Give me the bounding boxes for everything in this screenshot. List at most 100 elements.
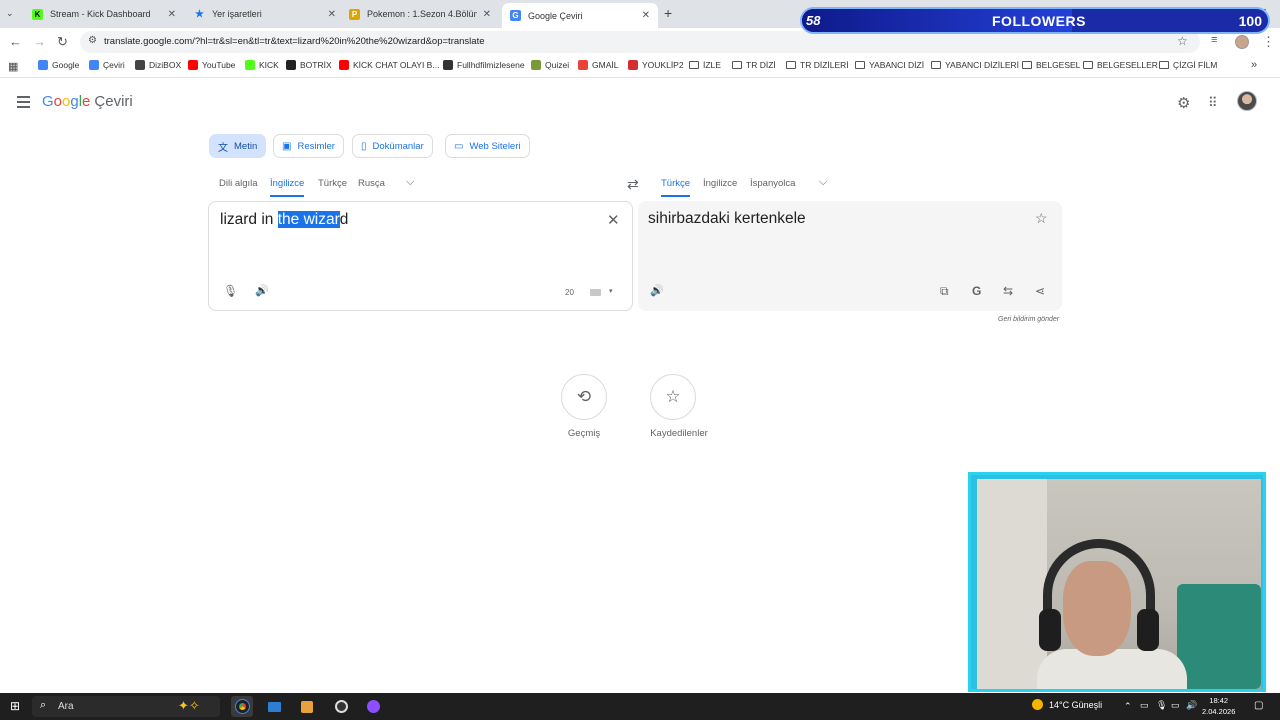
bookmark-item[interactable]: DiziBOX [135, 60, 181, 70]
bookmark-item[interactable]: ÇİZGİ FİLM [1159, 60, 1217, 70]
bookmark-item[interactable]: BELGESELLER [1083, 60, 1158, 70]
save-translation-star-icon[interactable]: ☆ [1035, 210, 1048, 227]
source-lang-russian[interactable]: Rusça [358, 178, 385, 195]
listen-translation-speaker-icon[interactable]: 🔊 [650, 284, 664, 297]
bookmark-item[interactable]: BOTRİX [286, 60, 332, 70]
followers-label: FOLLOWERS [992, 13, 1086, 29]
tab-search-chevron-icon[interactable]: ⌄ [6, 8, 14, 19]
swap-languages-icon[interactable]: ⇄ [627, 176, 639, 193]
chrome-taskbar-icon[interactable] [231, 696, 253, 717]
send-feedback-link[interactable]: Geri bildirim gönder [998, 316, 1059, 323]
main-menu-icon[interactable] [17, 96, 30, 111]
bookmark-item[interactable]: BELGESEL [1022, 60, 1080, 70]
taskbar-search[interactable]: ⌕ Ara ✦✧ [32, 696, 220, 717]
source-text-tail: d [339, 211, 349, 228]
bookmark-item[interactable]: Çeviri [89, 60, 125, 70]
volume-icon[interactable]: 🔊 [1186, 700, 1197, 711]
notifications-icon[interactable]: ▢ [1254, 700, 1263, 711]
bookmark-item[interactable]: Fullhdfilmizlesene [443, 60, 525, 70]
new-tab-plus-icon[interactable]: + [664, 5, 672, 21]
file-explorer-taskbar-icon[interactable] [263, 696, 285, 717]
close-icon[interactable]: ✕ [168, 9, 176, 20]
bookmark-item[interactable]: TR DİZİLERİ [786, 60, 849, 70]
apps-grid-icon[interactable]: ▦ [8, 60, 18, 73]
tab-kick-dashboard[interactable]: K Stream - Kick Dashboard ✕ [24, 3, 184, 25]
bookmark-label: TR DİZİ [746, 60, 776, 70]
google-translate-logo[interactable]: Google Çeviri [42, 93, 133, 110]
mode-websites-button[interactable]: ▭ Web Siteleri [445, 134, 530, 158]
close-icon[interactable]: ✕ [642, 10, 650, 21]
source-lang-english[interactable]: İngilizce [270, 178, 305, 197]
tray-app-icon[interactable]: ▭ [1140, 700, 1149, 711]
windows-start-icon[interactable]: ⊞ [10, 699, 20, 713]
bookmark-star-icon[interactable]: ☆ [1177, 34, 1188, 48]
bookmark-item[interactable]: YABANCI DİZİ [855, 60, 924, 70]
back-arrow-icon[interactable]: ← [9, 34, 22, 49]
bookmark-item[interactable]: KİCK CHAT OLAYI B... [339, 60, 439, 70]
bookmark-item[interactable]: YouTube [188, 60, 235, 70]
reading-list-icon[interactable]: ≡ [1211, 34, 1217, 46]
rate-translation-icon[interactable]: ⇆ [1003, 284, 1013, 298]
mode-text-button[interactable]: 文 Metin [209, 134, 267, 158]
profile-avatar[interactable] [1235, 35, 1249, 49]
google-apps-icon[interactable]: ⠿ [1208, 95, 1218, 111]
bookmark-item[interactable]: YABANCI DİZİLERİ [931, 60, 1019, 70]
saved-button[interactable]: ☆ [650, 374, 696, 420]
bookmark-favicon-icon [89, 60, 99, 70]
history-button[interactable]: ⟲ [561, 374, 607, 420]
source-lang-turkish[interactable]: Türkçe [318, 178, 347, 195]
target-lang-chevron-down-icon[interactable]: ⌵ [819, 176, 827, 189]
browser-menu-icon[interactable]: ⋮ [1262, 34, 1275, 50]
weather-widget[interactable]: 14°C Güneşli [1032, 699, 1102, 710]
account-avatar[interactable] [1237, 91, 1257, 111]
tab-pokemon[interactable]: P Pokemon : 1.Sezon 4.Bölüm - Ç ✕ [341, 3, 499, 25]
clock-time: 18:42 [1209, 696, 1229, 705]
media-app-taskbar-icon[interactable] [296, 696, 318, 717]
bookmark-item[interactable]: Quizei [531, 60, 569, 70]
more-bookmarks-chevron-icon[interactable]: » [1251, 59, 1257, 71]
source-lang-detect[interactable]: Dili algıla [219, 178, 258, 195]
bookmark-item[interactable]: TR DİZİ [732, 60, 776, 70]
microphone-icon[interactable]: 🎙 [223, 284, 238, 298]
microphone-tray-icon[interactable]: 🎙 [1156, 700, 1167, 711]
target-lang-spanish[interactable]: İspanyolca [750, 178, 795, 195]
bookmark-favicon-icon [245, 60, 255, 70]
google-search-icon[interactable]: G [972, 284, 981, 298]
copy-icon[interactable]: ⧉ [940, 284, 949, 299]
bookmark-item[interactable]: YOUKLİP2 [628, 60, 684, 70]
tab-bookmarks[interactable]: ★ Yer işaretleri ✕ [186, 3, 344, 25]
source-lang-chevron-down-icon[interactable]: ⌵ [406, 176, 414, 189]
keyboard-chevron-down-icon[interactable]: ▾ [609, 287, 613, 295]
bookmark-item[interactable]: Google [38, 60, 79, 70]
mode-documents-button[interactable]: ▯ Dokümanlar [352, 134, 433, 158]
close-icon[interactable]: ✕ [328, 9, 336, 20]
star-icon: ★ [195, 8, 204, 20]
bookmark-favicon-icon [578, 60, 588, 70]
reload-icon[interactable]: ↻ [57, 34, 68, 50]
bookmark-item[interactable]: KICK [245, 60, 279, 70]
keyboard-icon[interactable] [590, 289, 601, 296]
tray-chevron-up-icon[interactable]: ⌃ [1124, 701, 1132, 712]
bookmark-item[interactable]: İZLE [689, 60, 721, 70]
translation-text: sihirbazdaki kertenkele [648, 210, 806, 227]
address-bar[interactable]: ⚙ translate.google.com/?hl=tr&sl=en&tl=t… [80, 31, 1200, 53]
target-lang-english[interactable]: İngilizce [703, 178, 737, 195]
taskbar-clock[interactable]: 18:42 2.04.2026 [1202, 695, 1235, 717]
source-text-selection: the wizar [277, 211, 340, 228]
tab-google-translate[interactable]: G Google Çeviri ✕ [502, 3, 658, 28]
listen-speaker-icon[interactable]: 🔊 [255, 284, 269, 297]
target-lang-turkish[interactable]: Türkçe [661, 178, 691, 197]
site-info-icon[interactable]: ⚙ [88, 35, 97, 46]
share-icon[interactable]: ⋖ [1035, 284, 1045, 298]
forward-arrow-icon[interactable]: → [33, 34, 46, 49]
obs-taskbar-icon[interactable] [330, 696, 352, 717]
close-icon[interactable]: ✕ [483, 9, 491, 20]
bookmark-favicon-icon [188, 60, 198, 70]
clear-source-close-icon[interactable]: ✕ [607, 211, 620, 229]
network-icon[interactable]: ▭ [1171, 700, 1180, 711]
stream-app-taskbar-icon[interactable] [362, 696, 384, 717]
source-text-input[interactable]: lizard in the wizard [220, 211, 348, 229]
settings-gear-icon[interactable]: ⚙ [1177, 94, 1190, 112]
bookmark-item[interactable]: GMAİL [578, 60, 618, 70]
mode-images-button[interactable]: ▣ Resimler [273, 134, 344, 158]
